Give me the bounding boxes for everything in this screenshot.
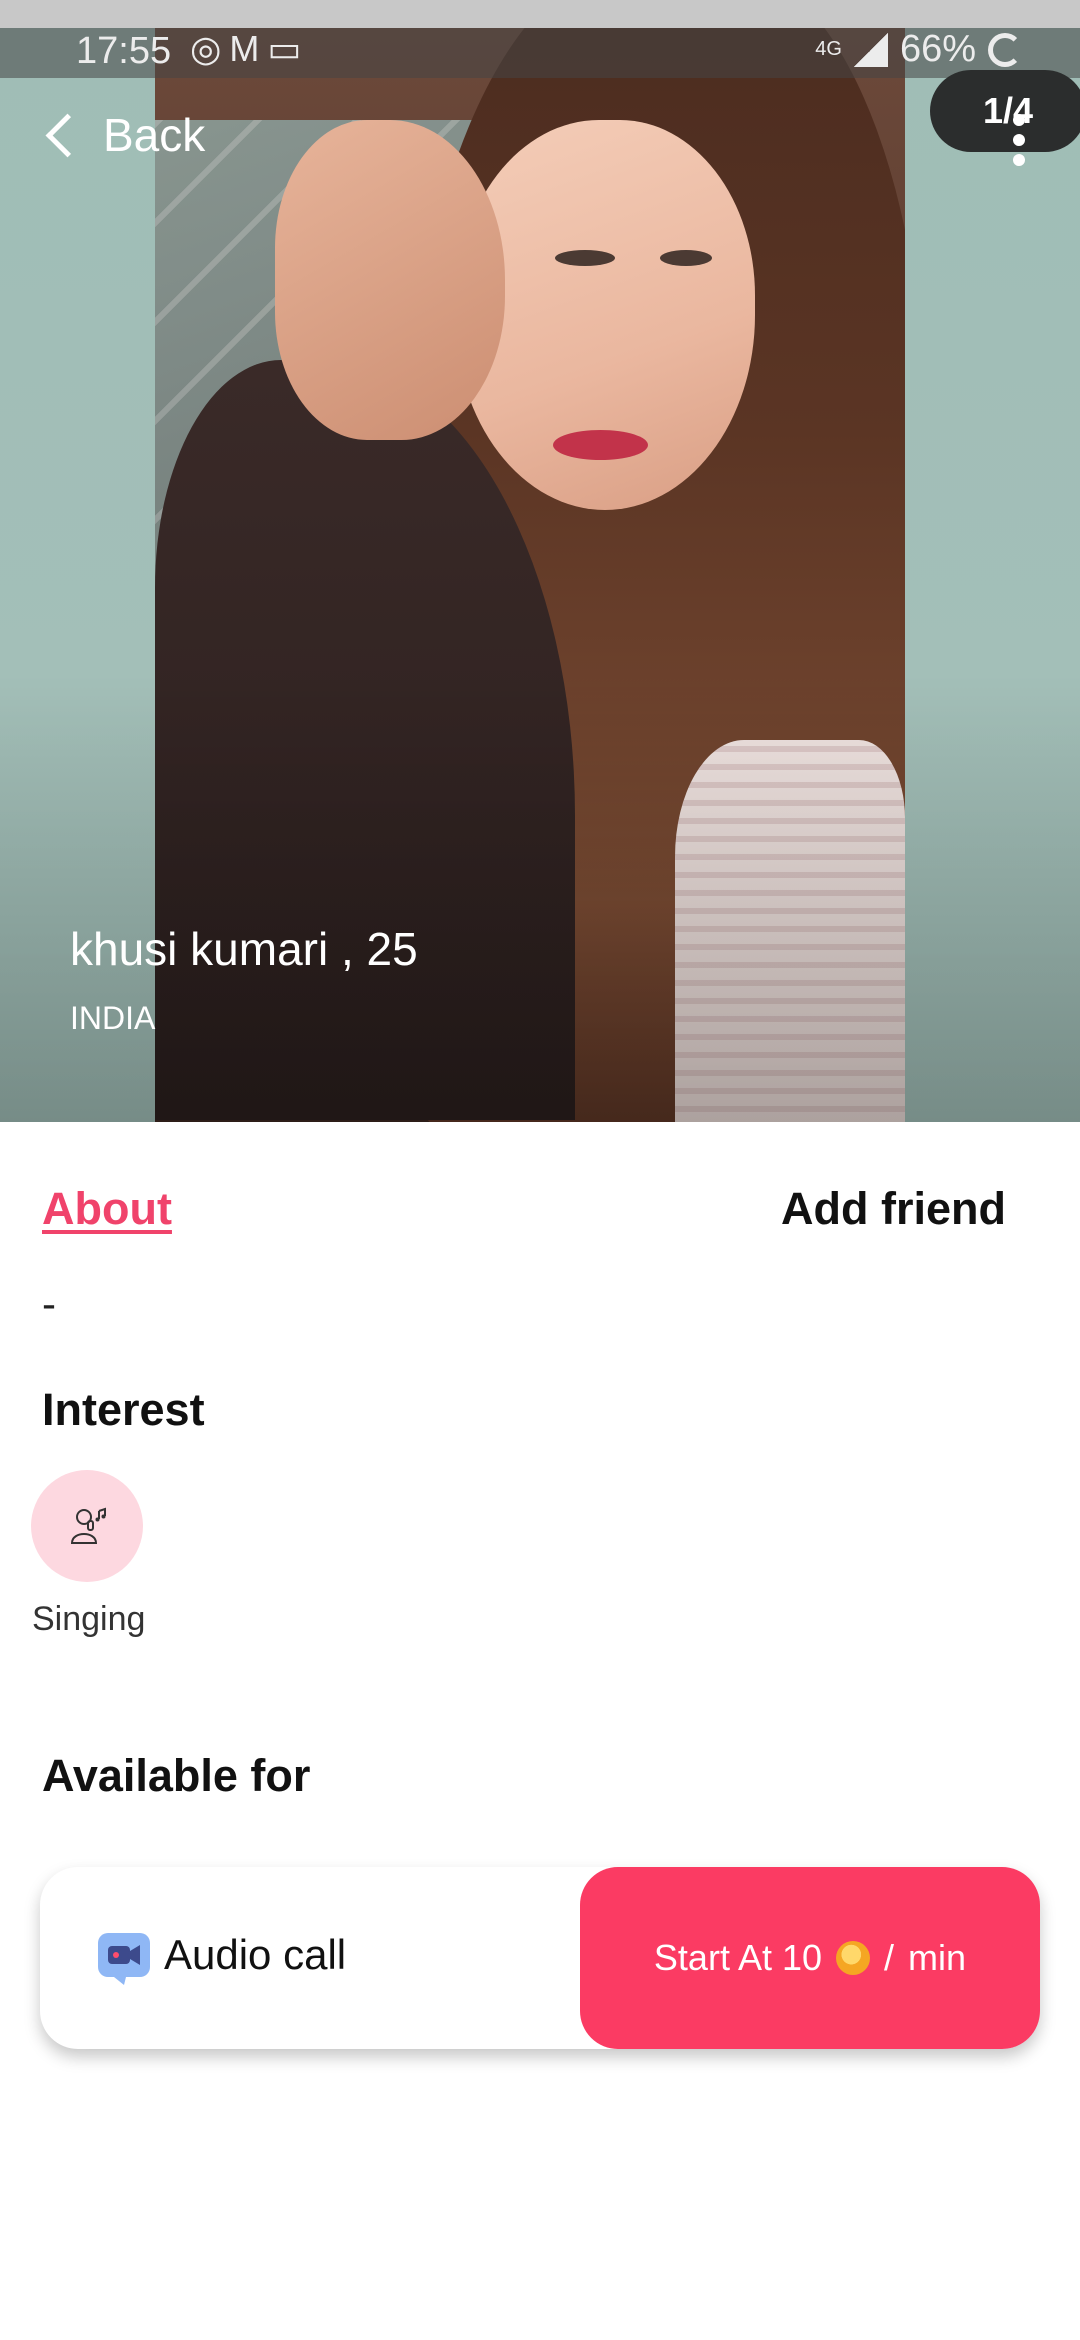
price-unit: min <box>908 1937 967 1978</box>
tab-about[interactable]: About <box>42 1183 172 1235</box>
signal-icon <box>853 32 888 67</box>
battery-percent: 66% <box>899 28 976 70</box>
status-right: 4G 66% <box>815 28 1022 71</box>
start-call-button[interactable]: Start At 10 / min <box>580 1867 1040 2049</box>
battery-icon <box>988 32 1022 67</box>
status-bar: 17:55 ◎M▭ 4G 66% <box>0 0 1080 78</box>
available-title: Available for <box>42 1750 311 1801</box>
start-price-label: Start At 10 <box>653 1937 823 1978</box>
notification-icons: ◎M▭ <box>190 28 309 70</box>
gmail-icon: M <box>229 28 268 69</box>
status-time: 17:55 <box>76 30 172 72</box>
whatsapp-icon: ◎ <box>190 28 230 69</box>
about-text: - <box>42 1280 56 1327</box>
profile-country: INDIA <box>70 1000 156 1036</box>
interest-title: Interest <box>42 1384 205 1435</box>
profile-name-age: khusi kumari , 25 <box>70 923 418 975</box>
add-friend-button[interactable]: Add friend <box>781 1183 1006 1235</box>
video-call-icon <box>98 1933 150 1985</box>
network-label: 4G <box>815 38 842 60</box>
chevron-left-icon <box>45 113 90 157</box>
singer-icon <box>70 1507 106 1544</box>
interest-label: Singing <box>32 1600 146 1638</box>
coin-icon <box>836 1941 871 1975</box>
price-separator: / <box>884 1937 895 1978</box>
audio-call-label: Audio call <box>164 1931 347 1978</box>
back-button[interactable]: Back <box>45 108 206 162</box>
more-options-button[interactable] <box>1012 114 1026 170</box>
gallery-icon: ▭ <box>267 28 310 69</box>
back-label: Back <box>103 109 206 161</box>
audio-call-card: Audio call Start At 10 / min <box>40 1867 1040 2049</box>
photo-counter: 1/4 <box>930 70 1080 152</box>
more-vert-icon <box>1013 114 1025 126</box>
interest-chip-singing[interactable] <box>31 1470 143 1582</box>
